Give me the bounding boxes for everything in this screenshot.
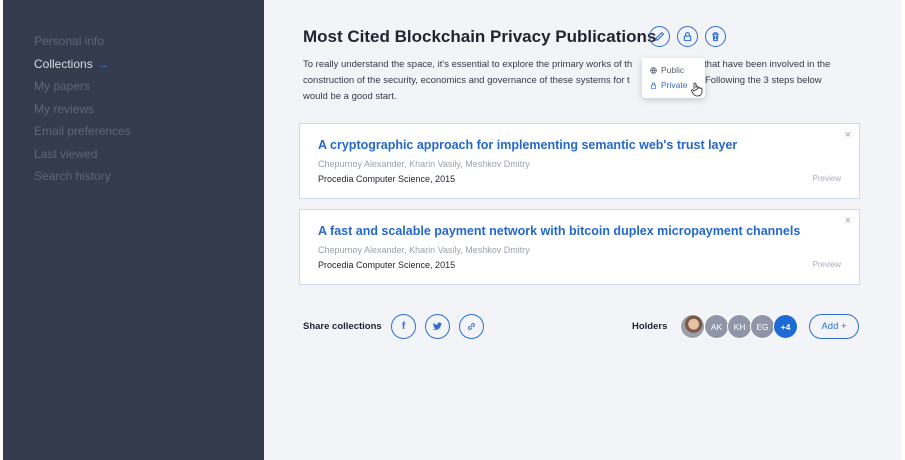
avatar[interactable]: AK	[704, 314, 729, 339]
description-text: would be a good start.	[303, 91, 397, 102]
sidebar-item-my-reviews[interactable]: My reviews	[34, 101, 131, 124]
main-content: Most Cited Blockchain Privacy Publicatio…	[264, 0, 901, 460]
sidebar-item-email-preferences[interactable]: Email preferences	[34, 123, 131, 146]
more-holders-badge[interactable]: +4	[773, 314, 798, 339]
privacy-button[interactable]	[677, 26, 698, 47]
sidebar: Personal info Collections → My papers My …	[3, 0, 264, 460]
facebook-share-button[interactable]: f	[391, 314, 416, 339]
arrow-right-icon: →	[97, 58, 109, 71]
preview-link[interactable]: Preview	[813, 174, 841, 183]
add-holder-button[interactable]: Add +	[809, 314, 859, 339]
visibility-option-public[interactable]: Public	[650, 63, 705, 78]
sidebar-item-search-history[interactable]: Search history	[34, 168, 131, 191]
sidebar-item-my-papers[interactable]: My papers	[34, 78, 131, 101]
facebook-icon: f	[401, 321, 406, 332]
share-collections-label: Share collections	[303, 321, 382, 332]
paper-journal: Procedia Computer Science, 2015	[318, 260, 456, 270]
paper-title-link[interactable]: A fast and scalable payment network with…	[318, 224, 800, 238]
lock-icon	[683, 32, 692, 42]
option-label: Private	[661, 80, 688, 90]
twitter-icon	[432, 322, 443, 330]
avatar[interactable]	[680, 314, 705, 339]
globe-icon	[650, 67, 657, 74]
description-text: ors that have been involved in the	[688, 59, 831, 70]
sidebar-item-personal-info[interactable]: Personal info	[34, 33, 131, 56]
close-icon[interactable]: ×	[845, 215, 851, 227]
page-title: Most Cited Blockchain Privacy Publicatio…	[303, 27, 657, 46]
avatar[interactable]: EG	[750, 314, 775, 339]
sidebar-item-label: Collections	[34, 56, 93, 71]
paper-card[interactable]: A fast and scalable payment network with…	[299, 209, 860, 285]
description-text: To really understand the space, it's ess…	[303, 59, 633, 70]
sidebar-nav: Personal info Collections → My papers My …	[34, 33, 131, 191]
avatar[interactable]: KH	[727, 314, 752, 339]
edit-button[interactable]	[649, 26, 670, 47]
hand-cursor-icon	[691, 82, 703, 97]
collection-description: To really understand the space, it's ess…	[303, 57, 863, 105]
close-icon[interactable]: ×	[845, 129, 851, 141]
paper-card[interactable]: A cryptographic approach for implementin…	[299, 123, 860, 199]
holders-label: Holders	[632, 321, 668, 332]
paper-title-link[interactable]: A cryptographic approach for implementin…	[318, 138, 737, 152]
delete-button[interactable]	[705, 26, 726, 47]
paper-journal: Procedia Computer Science, 2015	[318, 174, 456, 184]
copy-link-button[interactable]	[459, 314, 484, 339]
sidebar-item-collections[interactable]: Collections →	[34, 56, 131, 79]
trash-icon	[712, 32, 719, 42]
pencil-icon	[655, 31, 665, 41]
link-icon	[468, 323, 475, 330]
lock-icon	[650, 82, 657, 89]
paper-authors: Chepurnoy Alexander, Kharin Vasily, Mesh…	[318, 245, 530, 255]
paper-authors: Chepurnoy Alexander, Kharin Vasily, Mesh…	[318, 159, 530, 169]
twitter-share-button[interactable]	[425, 314, 450, 339]
preview-link[interactable]: Preview	[813, 260, 841, 269]
option-label: Public	[661, 65, 685, 75]
sidebar-item-last-viewed[interactable]: Last viewed	[34, 146, 131, 169]
description-text: construction of the security, economics …	[303, 75, 630, 86]
